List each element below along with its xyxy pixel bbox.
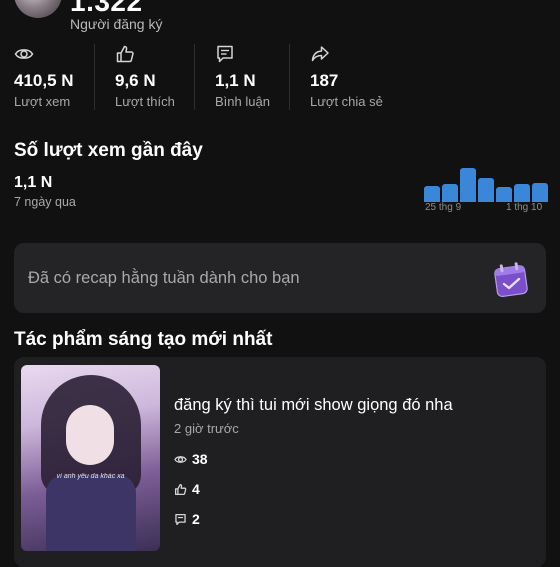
latest-post-card[interactable]: vì anh yêu da khác xa đăng ký thì tui mớ… xyxy=(14,357,546,567)
chart-axis-start: 25 thg 9 xyxy=(425,202,462,213)
post-likes-value: 4 xyxy=(192,481,200,497)
eye-icon xyxy=(14,49,34,59)
weekly-recap-banner[interactable]: Đã có recap hằng tuần dành cho bạn xyxy=(14,243,546,313)
recent-views-chart[interactable] xyxy=(424,168,548,202)
stat-value: 187 xyxy=(310,71,339,90)
divider xyxy=(194,44,195,110)
thumbnail-art xyxy=(66,405,114,465)
post-views-value: 38 xyxy=(192,451,208,467)
stats-row: 410,5 N Lượt xem 9,6 N Lượt thích 1,1 N … xyxy=(0,40,560,116)
chart-axis-end: 1 thg 10 xyxy=(506,202,543,213)
comment-icon xyxy=(217,45,233,63)
stat-label: Lượt chia sẻ xyxy=(310,94,383,109)
divider xyxy=(94,44,95,110)
recap-text: Đã có recap hằng tuần dành cho bạn xyxy=(28,269,300,287)
latest-creations-title: Tác phẩm sáng tạo mới nhất xyxy=(14,329,273,350)
stat-label: Lượt xem xyxy=(14,94,71,109)
thumbnail-art xyxy=(46,475,136,551)
post-time: 2 giờ trước xyxy=(174,421,239,436)
chart-bar xyxy=(460,168,476,202)
calendar-icon xyxy=(494,262,528,298)
avatar[interactable] xyxy=(14,0,62,18)
recent-views-title: Số lượt xem gần đây xyxy=(14,140,203,161)
thumbs-up-icon xyxy=(116,45,134,63)
recent-views-value: 1,1 N xyxy=(14,174,53,191)
thumbs-up-icon xyxy=(174,483,187,496)
comment-icon xyxy=(175,513,186,526)
recent-views-period: 7 ngày qua xyxy=(14,195,76,209)
post-thumbnail[interactable]: vì anh yêu da khác xa xyxy=(21,365,160,551)
chart-bar xyxy=(514,183,530,202)
stat-label: Lượt thích xyxy=(115,94,175,109)
chart-bar xyxy=(424,186,440,202)
chart-bar xyxy=(478,177,494,202)
share-icon xyxy=(311,46,329,62)
divider xyxy=(289,44,290,110)
stat-label: Bình luận xyxy=(215,94,270,109)
post-caption: đăng ký thì tui mới show giọng đó nha xyxy=(174,396,453,414)
eye-icon xyxy=(174,456,187,463)
stat-value: 410,5 N xyxy=(14,71,74,90)
stat-value: 1,1 N xyxy=(215,71,256,90)
chart-bar xyxy=(442,183,458,202)
thumbnail-overlay-text: vì anh yêu da khác xa xyxy=(56,473,125,480)
stat-value: 9,6 N xyxy=(115,71,156,90)
chart-bar xyxy=(532,182,548,202)
post-comments-value: 2 xyxy=(192,511,200,527)
chart-bar xyxy=(496,187,512,202)
subscriber-label: Người đăng ký xyxy=(70,16,163,32)
